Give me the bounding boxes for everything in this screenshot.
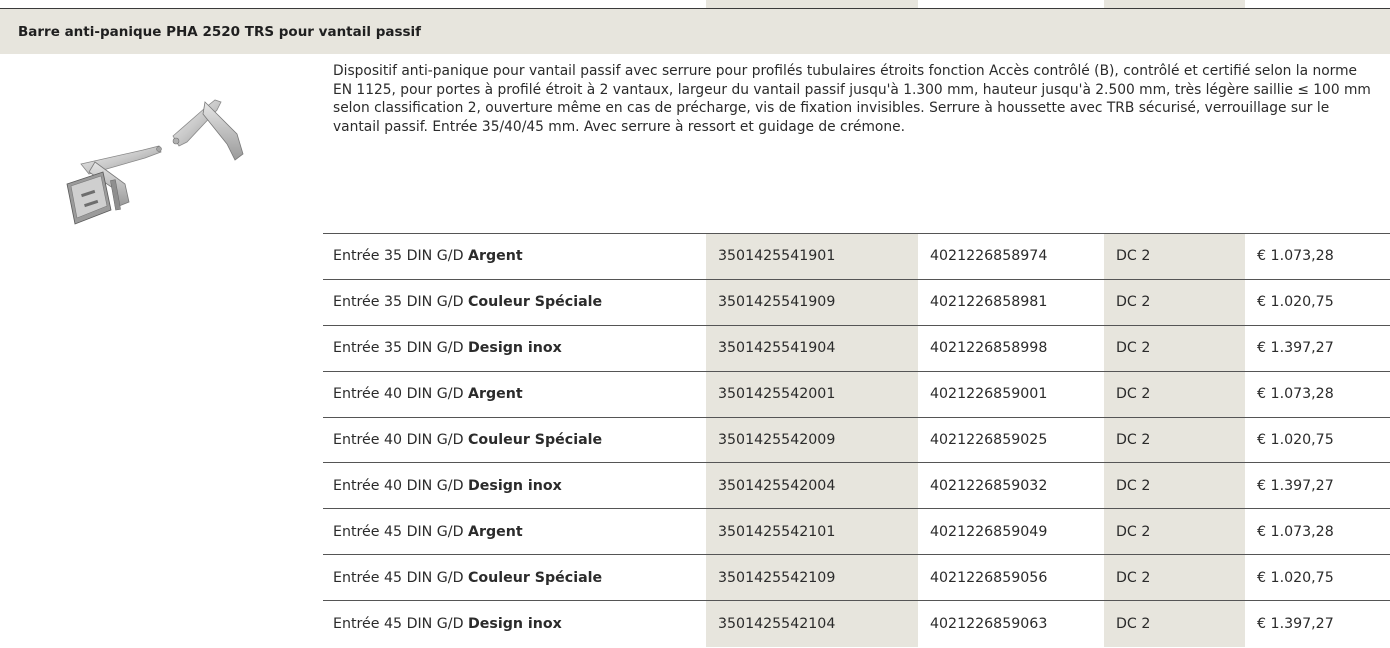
price-cell: € 1.397,27 bbox=[1245, 324, 1390, 372]
article-number-cell: 3501425542104 bbox=[706, 600, 918, 647]
price-cell: € 1.073,28 bbox=[1245, 370, 1390, 418]
price-cell: € 1.020,75 bbox=[1245, 554, 1390, 601]
previous-table-remnant bbox=[0, 0, 1390, 9]
article-number-cell: 3501425542101 bbox=[706, 508, 918, 555]
variant-label: Entrée 45 DIN G/D bbox=[333, 569, 464, 586]
class-cell: DC 2 bbox=[1104, 554, 1245, 601]
ean-cell: 4021226859001 bbox=[918, 370, 1104, 418]
class-cell: DC 2 bbox=[1104, 416, 1245, 463]
price-cell: € 1.020,75 bbox=[1245, 278, 1390, 326]
variant-label: Entrée 45 DIN G/D bbox=[333, 615, 464, 632]
table-row: Entrée 35 DIN G/D Design inox 3501425541… bbox=[323, 324, 1390, 372]
class-cell: DC 2 bbox=[1104, 508, 1245, 555]
ean-cell: 4021226858998 bbox=[918, 324, 1104, 372]
table-row: Entrée 35 DIN G/D Argent 3501425541901 4… bbox=[323, 233, 1390, 280]
ean-cell: 4021226859032 bbox=[918, 462, 1104, 509]
article-number-cell: 3501425542001 bbox=[706, 370, 918, 418]
panic-bar-product-photo bbox=[66, 99, 244, 225]
variant-label: Entrée 40 DIN G/D bbox=[333, 386, 464, 403]
variant-description-cell: Entrée 40 DIN G/D Couleur Spéciale bbox=[323, 416, 706, 463]
variant-description-cell: Entrée 40 DIN G/D Argent bbox=[323, 370, 706, 418]
price-cell: € 1.020,75 bbox=[1245, 416, 1390, 463]
variant-finish: Couleur Spéciale bbox=[468, 294, 603, 311]
variant-label: Entrée 45 DIN G/D bbox=[333, 523, 464, 540]
variant-description-cell: Entrée 35 DIN G/D Design inox bbox=[323, 324, 706, 372]
table-row: Entrée 35 DIN G/D Couleur Spéciale 35014… bbox=[323, 278, 1390, 326]
article-number-cell: 3501425541901 bbox=[706, 233, 918, 280]
section-title: Barre anti-panique PHA 2520 TRS pour van… bbox=[18, 23, 422, 40]
class-cell: DC 2 bbox=[1104, 233, 1245, 280]
variant-label: Entrée 35 DIN G/D bbox=[333, 340, 464, 357]
table-row: Entrée 40 DIN G/D Couleur Spéciale 35014… bbox=[323, 416, 1390, 463]
variant-label: Entrée 35 DIN G/D bbox=[333, 294, 464, 311]
table-row: Entrée 40 DIN G/D Argent 3501425542001 4… bbox=[323, 370, 1390, 418]
variant-finish: Design inox bbox=[468, 477, 562, 494]
variant-description-cell: Entrée 35 DIN G/D Argent bbox=[323, 233, 706, 280]
variant-finish: Argent bbox=[468, 523, 523, 540]
ean-cell: 4021226858981 bbox=[918, 278, 1104, 326]
variant-finish: Couleur Spéciale bbox=[468, 432, 603, 448]
section-header: Barre anti-panique PHA 2520 TRS pour van… bbox=[0, 9, 1390, 54]
class-cell: DC 2 bbox=[1104, 324, 1245, 372]
variant-finish: Argent bbox=[468, 386, 523, 403]
article-number-cell: 3501425542009 bbox=[706, 416, 918, 463]
price-cell: € 1.397,27 bbox=[1245, 462, 1390, 509]
article-number-cell: 3501425542004 bbox=[706, 462, 918, 509]
class-cell: DC 2 bbox=[1104, 370, 1245, 418]
class-cell: DC 2 bbox=[1104, 462, 1245, 509]
table-row: Entrée 45 DIN G/D Design inox 3501425542… bbox=[323, 600, 1390, 647]
variant-description-cell: Entrée 35 DIN G/D Couleur Spéciale bbox=[323, 278, 706, 326]
variant-description-cell: Entrée 45 DIN G/D Design inox bbox=[323, 600, 706, 647]
class-cell: DC 2 bbox=[1104, 278, 1245, 326]
class-cell: DC 2 bbox=[1104, 600, 1245, 647]
variant-description-cell: Entrée 40 DIN G/D Design inox bbox=[323, 462, 706, 509]
article-number-cell: 3501425541904 bbox=[706, 324, 918, 372]
variant-label: Entrée 35 DIN G/D bbox=[333, 248, 464, 265]
variant-finish: Argent bbox=[468, 248, 523, 265]
article-number-cell: 3501425541909 bbox=[706, 278, 918, 326]
ean-cell: 4021226859056 bbox=[918, 554, 1104, 601]
article-number-cell: 3501425542109 bbox=[706, 554, 918, 601]
price-cell: € 1.073,28 bbox=[1245, 233, 1390, 280]
variant-finish: Couleur Spéciale bbox=[468, 569, 603, 586]
variant-label: Entrée 40 DIN G/D bbox=[333, 432, 464, 448]
table-row: Entrée 40 DIN G/D Design inox 3501425542… bbox=[323, 462, 1390, 509]
product-description: Dispositif anti-panique pour vantail pas… bbox=[333, 63, 1371, 135]
variant-finish: Design inox bbox=[468, 340, 562, 357]
variant-label: Entrée 40 DIN G/D bbox=[333, 477, 464, 494]
variant-description-cell: Entrée 45 DIN G/D Couleur Spéciale bbox=[323, 554, 706, 601]
ean-cell: 4021226859025 bbox=[918, 416, 1104, 463]
price-cell: € 1.073,28 bbox=[1245, 508, 1390, 555]
variant-finish: Design inox bbox=[468, 615, 562, 632]
variant-description-cell: Entrée 45 DIN G/D Argent bbox=[323, 508, 706, 555]
table-row: Entrée 45 DIN G/D Couleur Spéciale 35014… bbox=[323, 554, 1390, 601]
ean-cell: 4021226859049 bbox=[918, 508, 1104, 555]
product-variants-table: Entrée 35 DIN G/D Argent 3501425541901 4… bbox=[323, 233, 1390, 647]
price-cell: € 1.397,27 bbox=[1245, 600, 1390, 647]
ean-cell: 4021226858974 bbox=[918, 233, 1104, 280]
ean-cell: 4021226859063 bbox=[918, 600, 1104, 647]
table-row: Entrée 45 DIN G/D Argent 3501425542101 4… bbox=[323, 508, 1390, 555]
